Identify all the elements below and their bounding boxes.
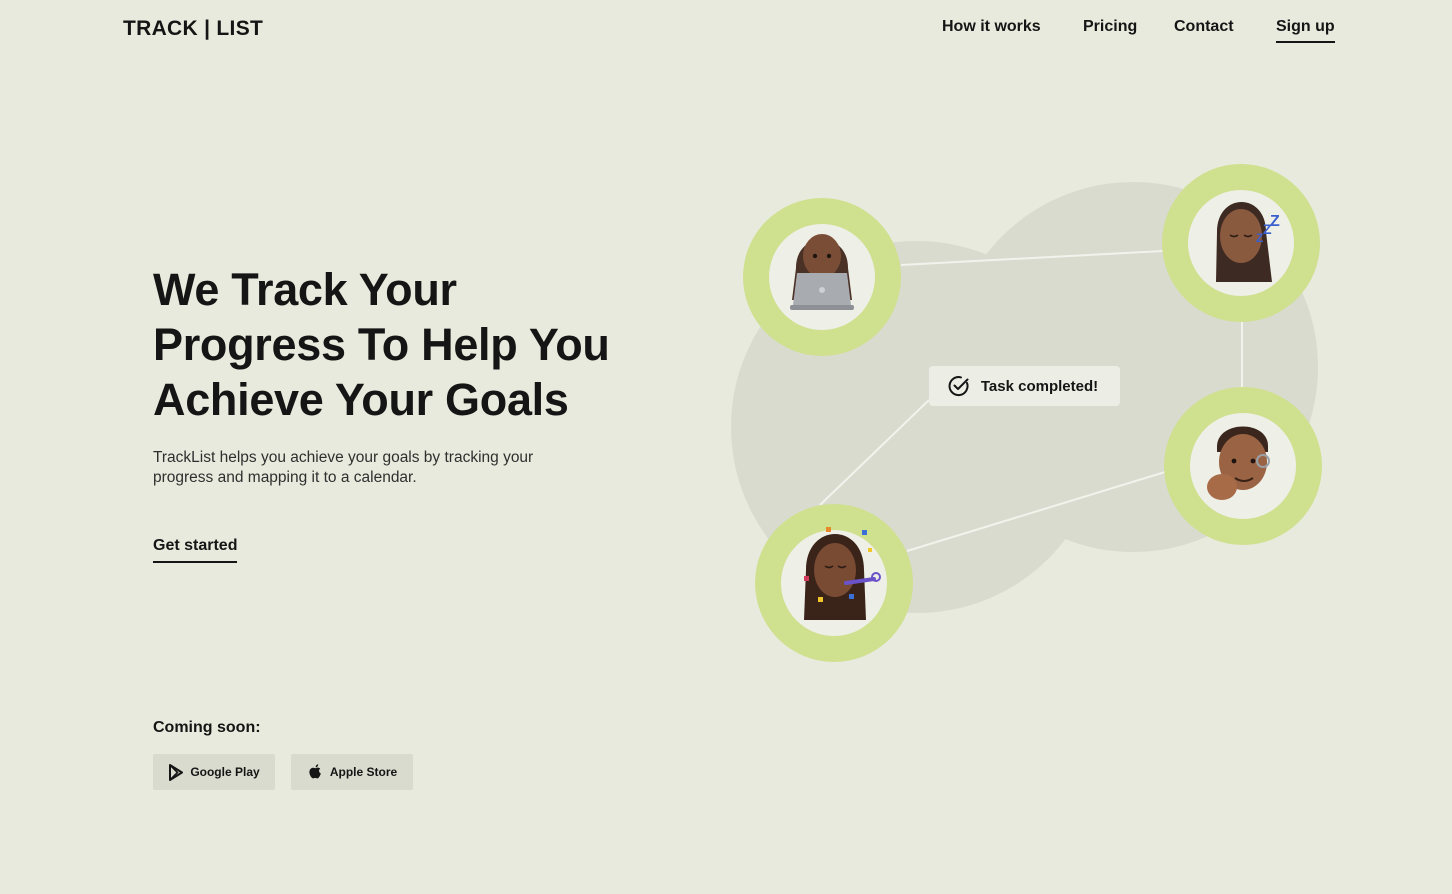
svg-text:Z: Z <box>1270 213 1280 230</box>
avatar-fist-bump <box>1164 387 1322 545</box>
check-circle-icon <box>948 376 969 397</box>
avatar-sleeping: Z Z Z <box>1162 164 1320 322</box>
task-completed-toast: Task completed! <box>929 366 1120 406</box>
avatar-laptop <box>743 198 901 356</box>
avatar-celebrating <box>755 504 913 662</box>
progress-illustration: Z Z Z <box>731 164 1322 662</box>
toast-label: Task completed! <box>980 377 1099 395</box>
